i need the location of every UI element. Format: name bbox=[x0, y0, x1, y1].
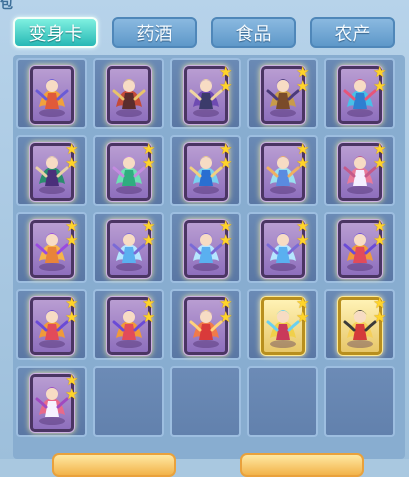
star-icon: ★ bbox=[65, 154, 79, 172]
inventory-slot[interactable]: ★ ★ bbox=[170, 135, 241, 206]
star-rating: ★ ★ bbox=[142, 142, 158, 172]
star-icon: ★ bbox=[65, 385, 79, 403]
inventory-slot[interactable]: ★ ★ bbox=[16, 212, 87, 283]
inventory-panel: 包 变身卡 药酒 食品 农产 ★ ★ ★ ★ ★ ★ ★ ★ ★ ★ ★ ★ ★ ★ ★ ★ ★ ★ ★ ★ ★ ★ ★ ★ ★… bbox=[0, 0, 409, 477]
star-icon: ★ bbox=[296, 308, 310, 326]
star-icon: ★ bbox=[65, 308, 79, 326]
star-rating: ★ ★ bbox=[142, 296, 158, 326]
star-icon: ★ bbox=[296, 77, 310, 95]
star-icon: ★ bbox=[296, 231, 310, 249]
inventory-slot[interactable]: ★ ★ bbox=[247, 58, 318, 129]
star-rating: ★ ★ bbox=[142, 219, 158, 249]
bottom-right-button[interactable] bbox=[240, 453, 364, 477]
star-rating: ★ ★ bbox=[219, 142, 235, 172]
star-icon: ★ bbox=[373, 154, 387, 172]
inventory-slot[interactable]: ★ ★ bbox=[93, 135, 164, 206]
tab-label: 食品 bbox=[235, 23, 272, 45]
star-icon: ★ bbox=[219, 231, 233, 249]
star-icon: ★ bbox=[219, 154, 233, 172]
star-rating: ★ ★ bbox=[296, 142, 312, 172]
star-icon: ★ bbox=[142, 308, 156, 326]
star-rating: ★ ★ bbox=[373, 65, 389, 95]
inventory-slot[interactable]: ★ ★ bbox=[93, 289, 164, 360]
tab-medicinal-wine[interactable]: 药酒 bbox=[112, 17, 197, 48]
inventory-slot[interactable]: ★ ★ bbox=[247, 212, 318, 283]
inventory-slot[interactable]: ★ ★ bbox=[16, 289, 87, 360]
inventory-slot[interactable]: ★ ★ bbox=[16, 135, 87, 206]
star-rating: ★ ★ bbox=[373, 219, 389, 249]
inventory-slot[interactable]: ★ ★ bbox=[324, 289, 395, 360]
star-icon: ★ bbox=[65, 231, 79, 249]
inventory-slot[interactable]: ★ ★ bbox=[247, 289, 318, 360]
tab-food[interactable]: 食品 bbox=[211, 17, 296, 48]
star-rating: ★ ★ bbox=[219, 296, 235, 326]
inventory-slot[interactable]: ★ ★ bbox=[93, 212, 164, 283]
star-icon: ★ bbox=[373, 231, 387, 249]
inventory-slot[interactable] bbox=[93, 366, 164, 437]
inventory-slot[interactable] bbox=[170, 366, 241, 437]
star-icon: ★ bbox=[296, 154, 310, 172]
inventory-slot[interactable]: ★ ★ bbox=[170, 212, 241, 283]
star-icon: ★ bbox=[373, 77, 387, 95]
tab-transformation-cards[interactable]: 变身卡 bbox=[13, 17, 98, 48]
window-title-fragment: 包 bbox=[0, 0, 15, 12]
transformation-card-warrior-icon[interactable] bbox=[107, 66, 151, 124]
star-icon: ★ bbox=[219, 77, 233, 95]
star-icon: ★ bbox=[142, 154, 156, 172]
inventory-slot[interactable]: ★ ★ bbox=[324, 135, 395, 206]
star-icon: ★ bbox=[142, 231, 156, 249]
inventory-grid: ★ ★ ★ ★ ★ ★ ★ ★ ★ ★ ★ ★ ★ ★ ★ ★ ★ ★ ★ ★ ★ ★ ★ ★ ★ ★ ★ ★ ★ ★ ★ ★ ★ ★ ★ ★ ★ ★ bbox=[13, 55, 405, 459]
transformation-card-bird-icon[interactable] bbox=[30, 66, 74, 124]
star-rating: ★ ★ bbox=[219, 65, 235, 95]
inventory-slot[interactable] bbox=[93, 58, 164, 129]
star-rating: ★ ★ bbox=[296, 65, 312, 95]
bottom-left-button[interactable] bbox=[52, 453, 176, 477]
inventory-slot[interactable]: ★ ★ bbox=[16, 366, 87, 437]
star-rating: ★ ★ bbox=[373, 296, 389, 326]
inventory-slot[interactable]: ★ ★ bbox=[247, 135, 318, 206]
star-icon: ★ bbox=[373, 308, 387, 326]
tab-farm-produce[interactable]: 农产 bbox=[310, 17, 395, 48]
star-rating: ★ ★ bbox=[65, 373, 81, 403]
inventory-slot[interactable]: ★ ★ bbox=[170, 58, 241, 129]
star-rating: ★ ★ bbox=[296, 296, 312, 326]
star-rating: ★ ★ bbox=[219, 219, 235, 249]
inventory-slot[interactable] bbox=[247, 366, 318, 437]
star-icon: ★ bbox=[219, 308, 233, 326]
tab-label: 农产 bbox=[334, 23, 371, 45]
inventory-slot[interactable] bbox=[324, 366, 395, 437]
inventory-slot[interactable]: ★ ★ bbox=[170, 289, 241, 360]
inventory-slot[interactable] bbox=[16, 58, 87, 129]
star-rating: ★ ★ bbox=[65, 219, 81, 249]
inventory-slot[interactable]: ★ ★ bbox=[324, 212, 395, 283]
star-rating: ★ ★ bbox=[373, 142, 389, 172]
star-rating: ★ ★ bbox=[65, 142, 81, 172]
tab-label: 变身卡 bbox=[28, 23, 83, 45]
inventory-slot[interactable]: ★ ★ bbox=[324, 58, 395, 129]
tab-label: 药酒 bbox=[136, 23, 173, 45]
star-rating: ★ ★ bbox=[65, 296, 81, 326]
star-rating: ★ ★ bbox=[296, 219, 312, 249]
